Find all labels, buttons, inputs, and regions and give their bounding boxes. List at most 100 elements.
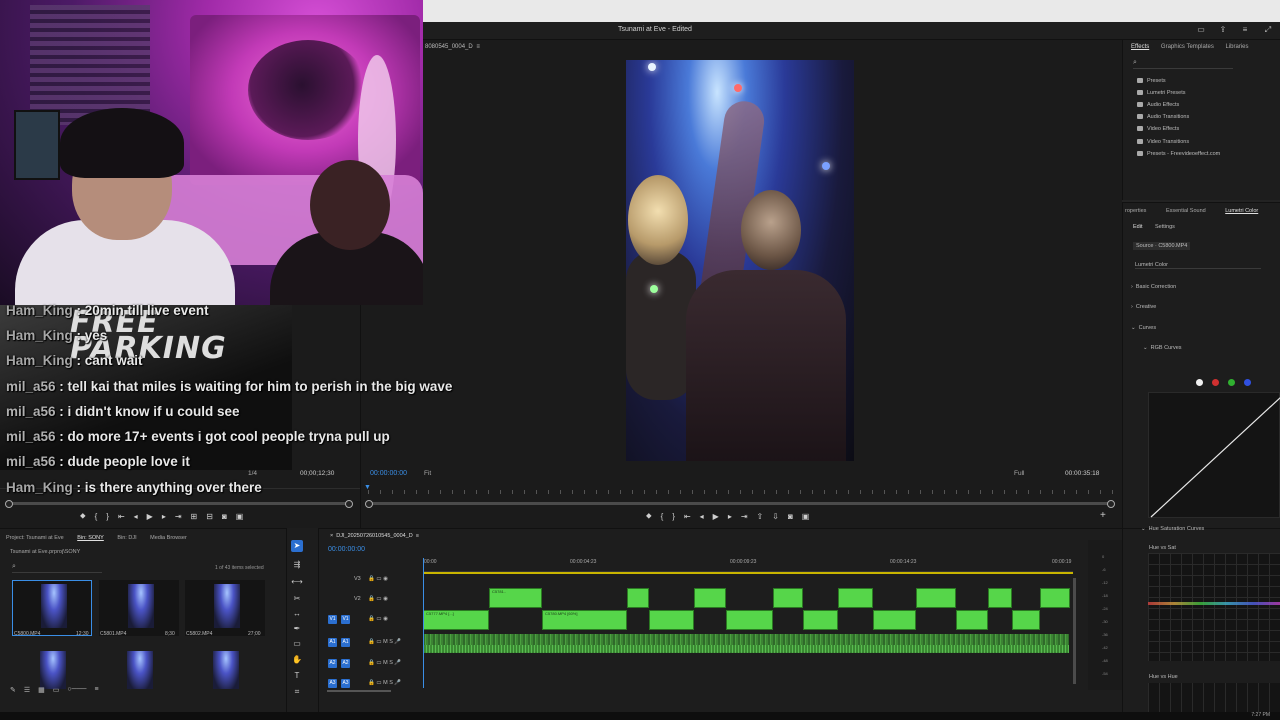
go-to-out-icon[interactable]: ⇥ (175, 512, 182, 521)
compare-icon[interactable]: ▣ (802, 512, 810, 521)
lumetri-source-select[interactable]: Source · C5800.MP4 (1133, 242, 1191, 250)
tab-graphics-templates[interactable]: Graphics Templates (1161, 44, 1214, 50)
menu-icon[interactable]: ≡ (1240, 25, 1250, 35)
timeline-clip[interactable] (726, 610, 773, 630)
work-area-bar[interactable] (423, 572, 1073, 574)
play-icon[interactable]: ▶ (713, 512, 719, 521)
section-curves[interactable]: ⌄ Curves (1131, 325, 1156, 331)
step-forward-icon[interactable]: ▸ (728, 512, 732, 521)
clip-thumbnail[interactable] (185, 649, 265, 689)
export-frame-icon[interactable]: ◙ (222, 512, 227, 521)
razor-icon[interactable]: ✂ (291, 593, 303, 605)
overwrite-icon[interactable]: ⊟ (206, 512, 213, 521)
lumetri-effect-select[interactable]: Lumetri Color (1135, 262, 1261, 269)
program-quality-select[interactable]: Full (1014, 470, 1024, 477)
effects-folder[interactable]: Audio Effects (1137, 102, 1179, 108)
icon-view-icon[interactable]: ▦ (38, 686, 45, 696)
tab-lumetri-color[interactable]: Lumetri Color (1225, 208, 1258, 214)
clip-thumbnail[interactable] (99, 580, 179, 636)
clip-thumbnail[interactable] (12, 649, 92, 689)
tab-media-browser[interactable]: Media Browser (150, 535, 187, 541)
timeline-playhead[interactable] (423, 558, 424, 688)
timeline-clip[interactable] (803, 610, 838, 630)
effects-search-input[interactable]: ⌕ (1133, 59, 1233, 69)
caption-icon[interactable]: ⌗ (291, 686, 303, 698)
mark-out-icon[interactable]: } (106, 512, 109, 521)
effects-folder[interactable]: Video Transitions (1137, 139, 1189, 145)
track-header-a1[interactable]: A1 A1 🔒 ▭ M S 🎤 (324, 637, 419, 657)
timeline-clip[interactable] (988, 588, 1012, 608)
timeline-clip[interactable] (627, 588, 649, 608)
timeline-clip[interactable] (916, 588, 956, 608)
source-tab[interactable]: 8080545_0004_D ≡ (423, 40, 623, 54)
extract-icon[interactable]: ⇩ (772, 512, 779, 521)
timeline-clip[interactable] (694, 588, 726, 608)
freeform-view-icon[interactable]: ▭ (53, 686, 60, 696)
effects-folder[interactable]: Presets (1137, 78, 1166, 84)
zoom-slider[interactable]: ○─── (67, 686, 86, 696)
tab-effects[interactable]: Effects (1131, 44, 1149, 50)
list-view-icon[interactable]: ☰ (24, 686, 30, 696)
tab-bin-sony[interactable]: Bin: SONY (77, 535, 104, 541)
go-to-in-icon[interactable]: ⇤ (118, 512, 125, 521)
timeline-clip[interactable] (956, 610, 988, 630)
timeline-clip[interactable] (838, 588, 873, 608)
subtab-edit[interactable]: Edit (1133, 224, 1142, 230)
tab-essential-sound[interactable]: Essential Sound (1166, 208, 1206, 214)
tab-properties[interactable]: roperties (1125, 208, 1146, 214)
step-back-icon[interactable]: ◂ (134, 512, 138, 521)
program-video-frame[interactable] (626, 60, 854, 461)
timeline-clip[interactable]: C5780.MP4 [60%] (542, 610, 627, 630)
ripple-edit-icon[interactable]: ⟷ (291, 576, 303, 588)
timeline-timecode[interactable]: 00:00:00:00 (328, 546, 365, 553)
type-icon[interactable]: T (291, 670, 303, 682)
selection-tool-icon[interactable]: ➤ (291, 540, 303, 552)
play-icon[interactable]: ▶ (147, 512, 153, 521)
step-back-icon[interactable]: ◂ (700, 512, 704, 521)
timeline-clip[interactable]: C5781.. (489, 588, 542, 608)
program-ruler[interactable] (368, 484, 1114, 496)
timeline-clip[interactable] (1040, 588, 1070, 608)
export-icon[interactable]: ⇪ (1218, 25, 1228, 35)
tab-libraries[interactable]: Libraries (1226, 44, 1249, 50)
timeline-clip[interactable] (773, 588, 803, 608)
go-to-out-icon[interactable]: ⇥ (741, 512, 748, 521)
effects-folder[interactable]: Presets - Freevideoeffect.com (1137, 151, 1220, 157)
clip-thumbnail[interactable] (12, 580, 92, 636)
panel-icon[interactable]: ▭ (1196, 25, 1206, 35)
rectangle-icon[interactable]: ▭ (291, 638, 303, 650)
program-zoom-scrollbar[interactable] (365, 500, 1115, 508)
rgb-curves-label[interactable]: ⌄ RGB Curves (1143, 345, 1182, 351)
hand-icon[interactable]: ✋ (291, 654, 303, 666)
track-header-v2[interactable]: V2 🔒 ▭ ◉ (324, 594, 419, 614)
mark-out-icon[interactable]: } (672, 512, 675, 521)
track-header-a3[interactable]: A3 A3 🔒 ▭ M S 🎤 (324, 678, 419, 698)
timeline-clip[interactable] (1012, 610, 1040, 630)
curve-channel-blue[interactable] (1244, 379, 1251, 386)
curve-channel-green[interactable] (1228, 379, 1235, 386)
timeline-vertical-scrollbar[interactable] (1073, 578, 1076, 684)
tab-bin-dji[interactable]: Bin: DJI (117, 535, 136, 541)
mark-in-icon[interactable]: { (95, 512, 98, 521)
go-to-in-icon[interactable]: ⇤ (684, 512, 691, 521)
sequence-tab[interactable]: × DJI_20250726010545_0004_D ≡ (330, 533, 419, 539)
rgb-curve-graph[interactable] (1148, 392, 1280, 518)
pencil-icon[interactable]: ✎ (10, 686, 16, 696)
clip-thumbnail[interactable] (185, 580, 265, 636)
section-creative[interactable]: › Creative (1131, 304, 1156, 310)
mark-in-icon[interactable]: { (661, 512, 664, 521)
track-header-v1[interactable]: V1 V1 🔒 ▭ ◉ (324, 614, 419, 634)
pen-icon[interactable]: ✒ (291, 623, 303, 635)
clip-thumbnail[interactable] (99, 649, 179, 689)
track-select-icon[interactable]: ⇶ (291, 559, 303, 571)
lift-icon[interactable]: ⇧ (757, 512, 764, 521)
expand-icon[interactable]: ⤢ (1263, 25, 1273, 35)
effects-folder[interactable]: Video Effects (1137, 126, 1179, 132)
timeline-clip[interactable] (873, 610, 916, 630)
tab-project[interactable]: Project: Tsunami at Eve (6, 535, 64, 541)
timeline-clip[interactable]: C5777.MP4 [...] (423, 610, 489, 630)
export-frame-icon[interactable]: ◙ (788, 512, 793, 521)
track-header-a2[interactable]: A2 A2 🔒 ▭ M S 🎤 (324, 658, 419, 678)
insert-icon[interactable]: ⊞ (191, 512, 198, 521)
effects-folder[interactable]: Lumetri Presets (1137, 90, 1186, 96)
